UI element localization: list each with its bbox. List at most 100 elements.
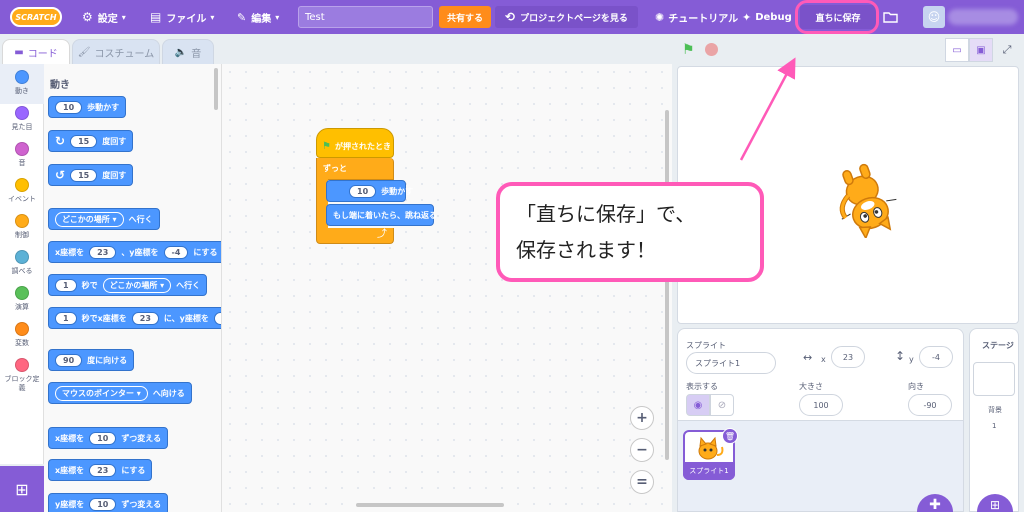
block-point-towards[interactable]: マウスのポインター ▾ へ向ける [48,382,192,404]
tab-sounds[interactable]: 🔈 音 [162,39,214,65]
block-move-steps[interactable]: 10 歩動かす [48,96,127,118]
zoom-in-button[interactable]: + [630,406,654,430]
block-change-x[interactable]: x座標を 10 ずつ変える [48,427,169,449]
block-input[interactable]: 23 [131,311,159,325]
block-change-y[interactable]: y座標を 10 ずつ変える [48,493,169,512]
settings-label: 設定 [97,13,118,25]
category-control[interactable]: 制御 [0,208,44,248]
block-dropdown[interactable]: どこかの場所 ▾ [55,211,124,227]
zoom-out-button[interactable]: − [630,438,654,462]
y-position-input[interactable]: -4 [919,346,953,368]
block-input[interactable]: 90 [55,353,83,367]
block-text: ずっと [323,164,347,173]
tab-costumes-label: コスチューム [94,49,155,60]
delete-sprite-button[interactable]: 🗑 [722,428,738,444]
zoom-reset-button[interactable]: = [630,470,654,494]
add-extension-button[interactable]: ⊞ [0,466,44,512]
block-text: 秒で [81,280,98,290]
bounce-on-edge-block[interactable]: もし端に着いたら、跳ね返る [326,204,437,226]
category-motion[interactable]: 動き [0,64,44,104]
palette-scrollbar[interactable] [214,68,218,110]
block-goto[interactable]: どこかの場所 ▾ へ行く [48,208,160,230]
stop-button[interactable] [705,43,718,56]
stage-thumbnail[interactable] [973,362,1015,396]
category-dot [15,214,29,228]
block-input[interactable]: 23 [89,245,117,259]
block-input[interactable]: 1 [55,311,77,325]
project-page-label: プロジェクトページを見る [520,13,628,24]
green-flag-button[interactable]: ⚑ [682,42,695,58]
sprite-label: スプライト [686,341,726,350]
block-glide-to[interactable]: 1 秒で どこかの場所 ▾ へ行く [48,274,208,296]
highlight-ring [795,0,879,34]
stage-selector[interactable] [969,328,1019,512]
category-looks[interactable]: 見た目 [0,100,44,140]
category-sound[interactable]: 音 [0,136,44,176]
block-input[interactable]: 15 [70,168,98,182]
forever-block[interactable]: ずっと [316,158,394,180]
edit-label: 編集 [251,13,272,25]
callout-line-1: 「直ちに保存」で、 [516,202,696,226]
file-menu[interactable]: ▤ ファイル ▾ [150,0,214,34]
script-area[interactable] [222,64,672,512]
tutorial-menu[interactable]: ✺ チュートリアル [655,0,738,34]
when-flag-clicked-block[interactable]: ⚑ が押されたとき [316,128,394,158]
folder-icon[interactable] [883,0,898,34]
block-goto-xy[interactable]: x座標を 23 、y座標を -4 にする [48,241,221,263]
show-visible-button[interactable]: ◉ [686,394,710,416]
tab-costumes[interactable]: 🖌 コスチューム [72,39,160,65]
category-operators[interactable]: 演算 [0,280,44,320]
sprite-name-input[interactable]: スプライト1 [686,352,776,374]
cat-sprite[interactable] [830,158,900,238]
block-input[interactable]: 10 [55,100,83,114]
block-point-direction[interactable]: 90 度に向ける [48,349,135,371]
script-scrollbar-vertical[interactable] [665,110,669,460]
block-text: ずつ変える [121,433,162,443]
block-glide-xy[interactable]: 1 秒でx座標を 23 に、y座標を - [48,307,221,329]
block-input[interactable]: 23 [89,463,117,477]
normal-stage-icon: ▣ [976,44,986,56]
block-dropdown[interactable]: マウスのポインター ▾ [55,385,148,401]
category-sensing[interactable]: 調べる [0,244,44,284]
share-button[interactable]: 共有する [439,6,491,28]
category-variables[interactable]: 変数 [0,316,44,356]
script-scrollbar-horizontal[interactable] [356,503,504,507]
size-input[interactable]: 100 [799,394,843,416]
block-input[interactable]: -4 [163,245,189,259]
debug-menu[interactable]: ✦ Debug [742,0,792,34]
block-input[interactable]: 1 [55,278,77,292]
block-turn-right[interactable]: ↻ 15 度回す [48,130,134,152]
block-input[interactable]: 10 [89,431,117,445]
block-set-x[interactable]: x座標を 23 にする [48,459,153,481]
block-input[interactable]: 10 [349,184,377,198]
extension-icon: ⊞ [15,479,29,499]
block-input[interactable]: 15 [70,134,98,148]
small-stage-button[interactable]: ▭ [945,38,969,62]
settings-menu[interactable]: ⚙ 設定 ▾ [82,0,126,34]
rotate-left-icon: ↺ [55,168,66,182]
show-hidden-button[interactable]: ⊘ [710,394,734,416]
avatar[interactable]: ☺ [923,6,945,28]
edit-menu[interactable]: ✎ 編集 ▾ [237,0,279,34]
block-palette: 動き 10 歩動かす ↻ 15 度回す ↺ 15 度回す どこかの場所 ▾ へ行… [44,64,222,512]
brush-icon: 🖌 [77,47,91,58]
block-dropdown[interactable]: どこかの場所 ▾ [102,277,172,293]
block-text: へ向ける [152,388,185,398]
scratch-logo[interactable]: SCRATCH [10,7,62,27]
sprite-thumbnail-label: スプライト1 [683,462,735,480]
project-title-input[interactable]: Test [298,6,433,28]
normal-stage-button[interactable]: ▣ [969,38,993,62]
project-page-button[interactable]: ⟲ プロジェクトページを見る [495,6,638,28]
fullscreen-button[interactable]: ⤢ [995,38,1019,62]
tab-code[interactable]: ▬ コード [2,39,70,65]
script-move-steps-block[interactable]: 10 歩動かす [326,180,413,202]
category-events[interactable]: イベント [0,172,44,212]
direction-input[interactable]: -90 [908,394,952,416]
block-input[interactable]: - [213,311,221,325]
category-my-blocks[interactable]: ブロック定義 [0,352,44,398]
block-text: へ行く [128,214,153,224]
block-input[interactable]: 10 [89,497,117,511]
x-position-input[interactable]: 23 [831,346,865,368]
block-turn-left[interactable]: ↺ 15 度回す [48,164,134,186]
category-label: 変数 [15,339,29,347]
